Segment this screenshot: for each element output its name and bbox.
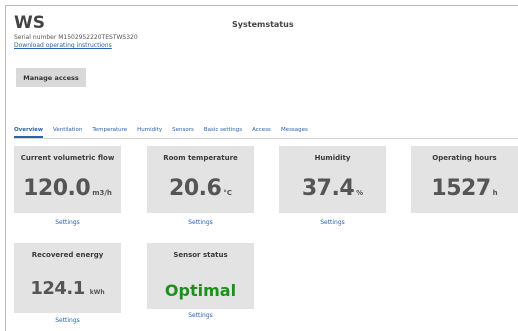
card-title: Operating hours	[432, 154, 497, 162]
volumetric-flow-settings-link[interactable]: Settings	[14, 219, 121, 226]
card-title: Recovered energy	[31, 251, 104, 259]
card-title: Room temperature	[163, 154, 238, 162]
tab-basic-settings[interactable]: Basic settings	[204, 125, 242, 136]
sensor-status-settings-link[interactable]: Settings	[147, 312, 254, 319]
humidity-unit: %	[356, 189, 364, 197]
card-title: Current volumetric flow	[20, 154, 115, 162]
recovered-energy-card: Recovered energy 124.1 kWh	[14, 243, 121, 313]
card-value: 120.0 m3/h	[14, 176, 121, 201]
card-value: 20.6 °C	[147, 176, 254, 201]
download-instructions-link[interactable]: Download operating instructions	[14, 42, 514, 49]
humidity-settings-link[interactable]: Settings	[279, 219, 386, 226]
tab-messages[interactable]: Messages	[281, 125, 308, 136]
operating-hours-card: Operating hours 1527 h	[411, 146, 518, 213]
serial-number: Serial number M1502952220TESTWS320	[14, 34, 138, 41]
room-temperature-settings-link[interactable]: Settings	[147, 219, 254, 226]
tab-sensors[interactable]: Sensors	[172, 125, 194, 136]
room-temperature-card: Room temperature 20.6 °C	[147, 146, 254, 213]
tab-temperature[interactable]: Temperature	[92, 125, 127, 136]
volumetric-flow-unit: m3/h	[92, 189, 112, 197]
humidity-card: Humidity 37.4%	[279, 146, 386, 213]
tab-ventilation[interactable]: Ventilation	[53, 125, 82, 136]
tab-access[interactable]: Access	[252, 125, 271, 136]
humidity-value: 37.4	[301, 176, 355, 201]
tab-humidity[interactable]: Humidity	[137, 125, 162, 136]
sensor-status-card: Sensor status Optimal	[147, 243, 254, 309]
card-title: Sensor status	[173, 251, 228, 259]
manage-access-button[interactable]: Manage access	[16, 68, 86, 87]
operating-hours-value: 1527	[431, 176, 491, 201]
recovered-energy-unit: kWh	[89, 289, 105, 296]
recovered-energy-settings-link[interactable]: Settings	[14, 317, 121, 324]
card-title: Humidity	[314, 154, 351, 162]
room-temperature-value: 20.6	[169, 176, 222, 201]
app-frame: WS Serial number M1502952220TESTWS320 Do…	[5, 5, 518, 331]
volumetric-flow-value: 120.0	[23, 176, 91, 201]
sensor-status-value: Optimal	[164, 281, 237, 300]
page-title: Systemstatus	[232, 20, 294, 29]
card-value: 124.1 kWh	[14, 278, 121, 299]
tab-bar: Overview Ventilation Temperature Humidit…	[14, 125, 518, 139]
tab-overview[interactable]: Overview	[14, 125, 43, 138]
card-value: 1527 h	[411, 176, 518, 201]
operating-hours-unit: h	[492, 189, 498, 197]
card-value: Optimal	[147, 281, 254, 300]
recovered-energy-value: 124.1	[30, 278, 85, 299]
card-value: 37.4%	[279, 176, 386, 201]
volumetric-flow-card: Current volumetric flow 120.0 m3/h	[14, 146, 121, 213]
room-temperature-unit: °C	[223, 189, 232, 197]
